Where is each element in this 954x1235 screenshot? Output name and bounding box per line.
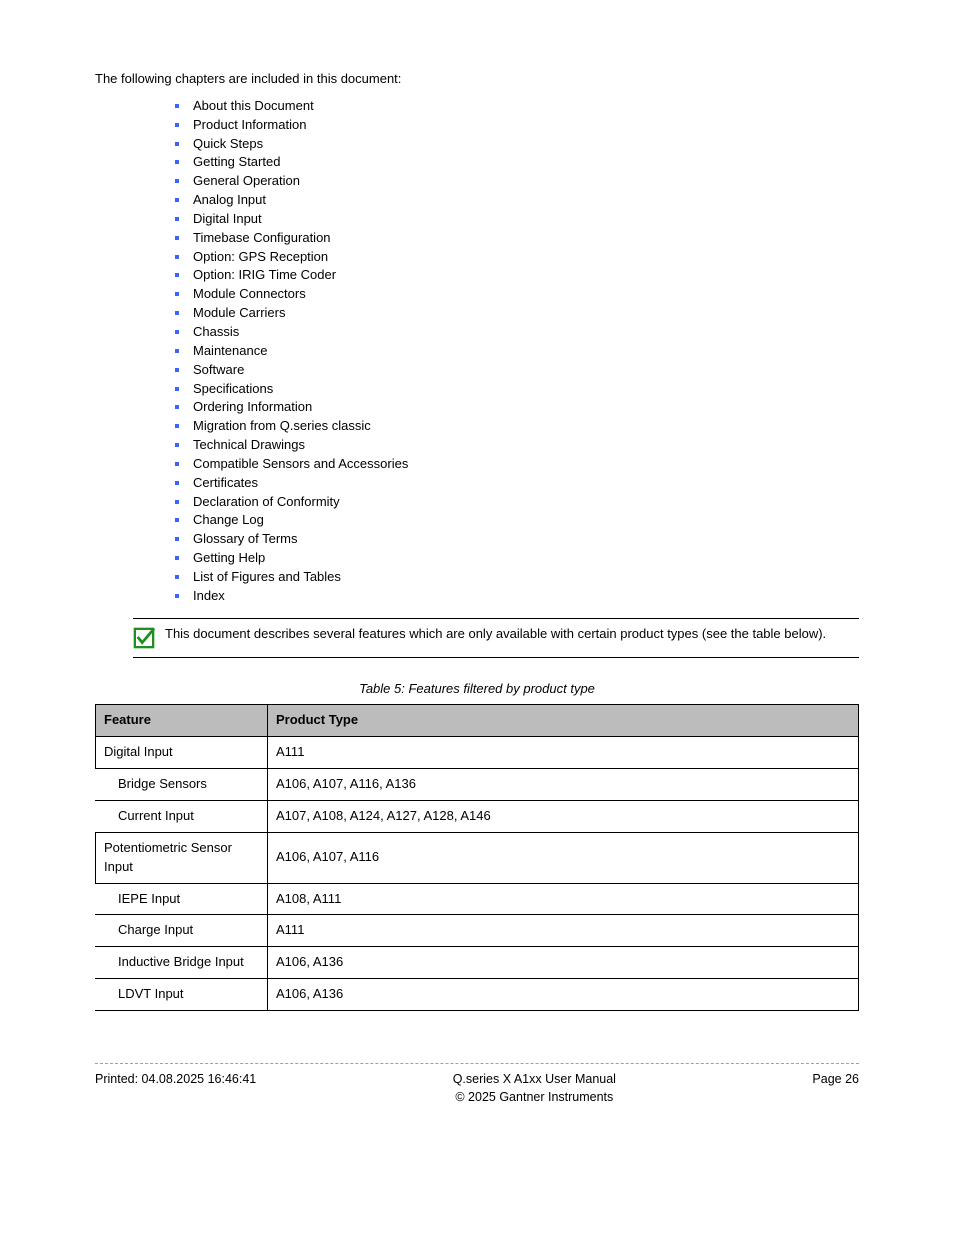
footer-title: Q.series X A1xx User Manual © 2025 Gantn… <box>256 1070 812 1106</box>
table-row: LDVT InputA106, A136 <box>96 979 859 1011</box>
chapter-bullet-item: About this Document <box>175 97 859 116</box>
chapter-bullet-item: Module Connectors <box>175 285 859 304</box>
table-header-product-type: Product Type <box>268 705 859 737</box>
chapter-bullet-list: About this DocumentProduct InformationQu… <box>95 97 859 606</box>
table-cell-product-type: A111 <box>268 737 859 769</box>
page-container: { "intro": "The following chapters are i… <box>0 0 954 1146</box>
chapter-bullet-item: Certificates <box>175 474 859 493</box>
checkmark-icon <box>133 627 155 649</box>
table-cell-feature: Bridge Sensors <box>96 769 268 801</box>
chapter-bullet-item: Quick Steps <box>175 135 859 154</box>
table-cell-product-type: A106, A107, A116 <box>268 832 859 883</box>
table-cell-feature: Current Input <box>96 801 268 833</box>
table-cell-feature: IEPE Input <box>96 883 268 915</box>
note-block: This document describes several features… <box>133 618 859 658</box>
note-text: This document describes several features… <box>165 625 859 644</box>
table-row: Potentiometric Sensor InputA106, A107, A… <box>96 832 859 883</box>
chapter-bullet-item: Specifications <box>175 380 859 399</box>
chapter-bullet-item: Module Carriers <box>175 304 859 323</box>
table-cell-product-type: A108, A111 <box>268 883 859 915</box>
table-cell-product-type: A106, A136 <box>268 947 859 979</box>
chapter-bullet-item: Compatible Sensors and Accessories <box>175 455 859 474</box>
chapter-bullet-item: Index <box>175 587 859 606</box>
chapter-bullet-item: Technical Drawings <box>175 436 859 455</box>
table-row: Bridge SensorsA106, A107, A116, A136 <box>96 769 859 801</box>
table-header-row: Feature Product Type <box>96 705 859 737</box>
chapter-bullet-item: Getting Help <box>175 549 859 568</box>
chapter-bullet-item: Declaration of Conformity <box>175 493 859 512</box>
feature-table: Feature Product Type Digital InputA111Br… <box>95 704 859 1010</box>
chapter-bullet-item: Getting Started <box>175 153 859 172</box>
chapter-bullet-item: Maintenance <box>175 342 859 361</box>
table-row: Digital InputA111 <box>96 737 859 769</box>
table-row: IEPE InputA108, A111 <box>96 883 859 915</box>
table-cell-product-type: A106, A136 <box>268 979 859 1011</box>
table-cell-feature: Inductive Bridge Input <box>96 947 268 979</box>
chapter-bullet-item: List of Figures and Tables <box>175 568 859 587</box>
table-cell-feature: Digital Input <box>96 737 268 769</box>
table-cell-feature: Charge Input <box>96 915 268 947</box>
chapter-bullet-item: Option: GPS Reception <box>175 248 859 267</box>
table-cell-product-type: A111 <box>268 915 859 947</box>
chapter-bullet-item: Product Information <box>175 116 859 135</box>
table-cell-product-type: A106, A107, A116, A136 <box>268 769 859 801</box>
table-cell-product-type: A107, A108, A124, A127, A128, A146 <box>268 801 859 833</box>
chapter-bullet-item: Change Log <box>175 511 859 530</box>
chapter-bullet-item: Software <box>175 361 859 380</box>
chapter-bullet-item: Glossary of Terms <box>175 530 859 549</box>
table-caption: Table 5: Features filtered by product ty… <box>95 680 859 699</box>
chapter-bullet-item: Migration from Q.series classic <box>175 417 859 436</box>
page-footer: Printed: 04.08.2025 16:46:41 Q.series X … <box>95 1063 859 1106</box>
chapter-bullet-item: Analog Input <box>175 191 859 210</box>
chapter-bullet-item: Digital Input <box>175 210 859 229</box>
table-cell-feature: Potentiometric Sensor Input <box>96 832 268 883</box>
chapter-bullet-item: General Operation <box>175 172 859 191</box>
footer-page-number: Page 26 <box>812 1070 859 1106</box>
chapter-bullet-item: Option: IRIG Time Coder <box>175 266 859 285</box>
table-row: Inductive Bridge InputA106, A136 <box>96 947 859 979</box>
footer-printed: Printed: 04.08.2025 16:46:41 <box>95 1070 256 1106</box>
chapter-bullet-item: Timebase Configuration <box>175 229 859 248</box>
table-header-feature: Feature <box>96 705 268 737</box>
chapter-bullet-item: Ordering Information <box>175 398 859 417</box>
table-row: Current InputA107, A108, A124, A127, A12… <box>96 801 859 833</box>
chapter-bullet-item: Chassis <box>175 323 859 342</box>
intro-text: The following chapters are included in t… <box>95 70 859 89</box>
table-cell-feature: LDVT Input <box>96 979 268 1011</box>
table-row: Charge InputA111 <box>96 915 859 947</box>
